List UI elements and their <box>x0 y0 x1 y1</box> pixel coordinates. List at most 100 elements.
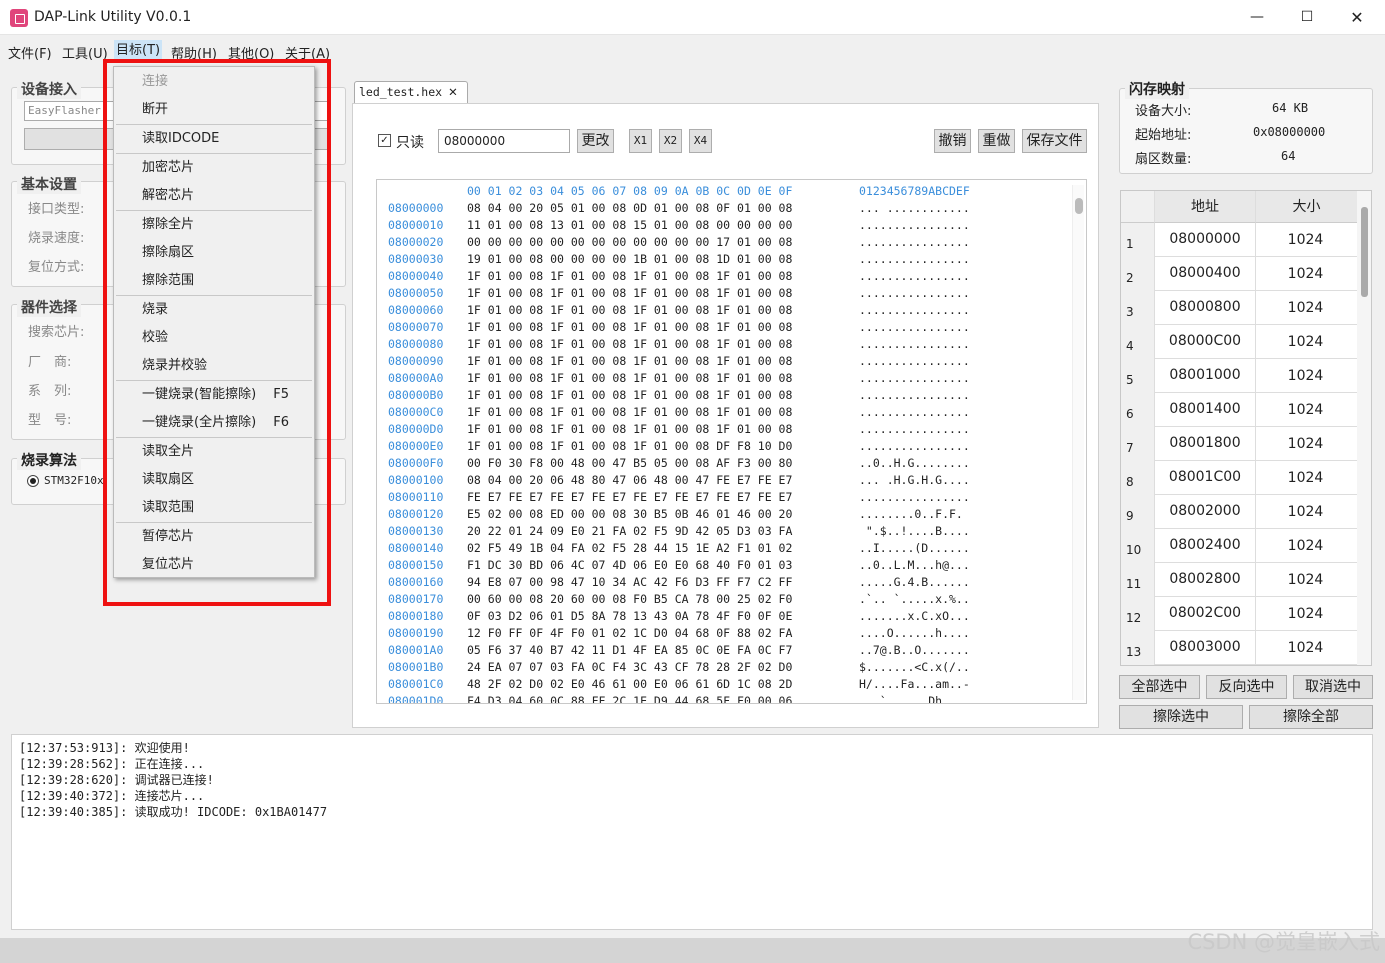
column-header-size[interactable]: 大小 <box>1255 191 1357 223</box>
hex-row-ascii[interactable]: ................ <box>859 422 970 436</box>
hex-row-bytes[interactable]: F1 DC 30 BD 06 4C 07 4D 06 E0 E0 68 40 F… <box>467 558 792 572</box>
hex-row-bytes[interactable]: 1F 01 00 08 1F 01 00 08 1F 01 00 08 DF F… <box>467 439 792 453</box>
erase-selected-button[interactable]: 擦除选中 <box>1119 705 1243 729</box>
hex-row-bytes[interactable]: 1F 01 00 08 1F 01 00 08 1F 01 00 08 1F 0… <box>467 286 792 300</box>
readonly-checkbox[interactable]: ✓ <box>378 134 391 147</box>
hex-row-ascii[interactable]: ..7@.B..O....... <box>859 643 970 657</box>
hex-row-ascii[interactable]: ................ <box>859 320 970 334</box>
hex-row-ascii[interactable]: ................ <box>859 286 970 300</box>
hex-row-bytes[interactable]: 1F 01 00 08 1F 01 00 08 1F 01 00 08 1F 0… <box>467 269 792 283</box>
hex-row-ascii[interactable]: ... .H.G.H.G.... <box>859 473 970 487</box>
sector-row[interactable]: 5 08001000 1024 <box>1121 359 1357 393</box>
hex-row-ascii[interactable]: ................ <box>859 337 970 351</box>
hex-row-ascii[interactable]: ".$..!....B.... <box>859 524 970 538</box>
menu-file[interactable]: 文件(F) <box>8 43 52 62</box>
hex-row-ascii[interactable]: ................ <box>859 490 970 504</box>
select-all-button[interactable]: 全部选中 <box>1119 675 1200 699</box>
sector-row[interactable]: 13 08003000 1024 <box>1121 631 1357 665</box>
hex-row-ascii[interactable]: $.......<C.x(/.. <box>859 660 970 674</box>
sector-row[interactable]: 7 08001800 1024 <box>1121 427 1357 461</box>
sector-row[interactable]: 12 08002C00 1024 <box>1121 597 1357 631</box>
hex-row-ascii[interactable]: ................ <box>859 439 970 453</box>
hex-row-ascii[interactable]: .......x.C.xO... <box>859 609 970 623</box>
hex-row-bytes[interactable]: 48 2F 02 D0 02 E0 46 61 00 E0 06 61 6D 1… <box>467 677 792 691</box>
close-icon[interactable]: ✕ <box>1332 0 1382 35</box>
address-input[interactable]: 08000000 <box>438 129 570 153</box>
hex-scrollbar[interactable] <box>1072 185 1084 700</box>
sector-row[interactable]: 4 08000C00 1024 <box>1121 325 1357 359</box>
hex-row-ascii[interactable]: ...`...,..Dh_... <box>859 694 970 703</box>
hex-row-ascii[interactable]: ..0..H.G........ <box>859 456 970 470</box>
sector-row[interactable]: 6 08001400 1024 <box>1121 393 1357 427</box>
hex-row-bytes[interactable]: 02 F5 49 1B 04 FA 02 F5 28 44 15 1E A2 F… <box>467 541 792 555</box>
hex-row-ascii[interactable]: ... ............ <box>859 201 970 215</box>
sector-row[interactable]: 9 08002000 1024 <box>1121 495 1357 529</box>
hex-row-ascii[interactable]: ................ <box>859 235 970 249</box>
change-button[interactable]: 更改 <box>577 129 614 153</box>
hex-row-ascii[interactable]: ....O......h.... <box>859 626 970 640</box>
hex-row-bytes[interactable]: 1F 01 00 08 1F 01 00 08 1F 01 00 08 1F 0… <box>467 320 792 334</box>
hex-row-ascii[interactable]: ................ <box>859 405 970 419</box>
hex-row-ascii[interactable]: .....G.4.B...... <box>859 575 970 589</box>
hex-row-bytes[interactable]: 19 01 00 08 00 00 00 00 1B 01 00 08 1D 0… <box>467 252 792 266</box>
hex-row-ascii[interactable]: ................ <box>859 269 970 283</box>
hex-row-bytes[interactable]: 00 00 00 00 00 00 00 00 00 00 00 00 17 0… <box>467 235 792 249</box>
sector-row[interactable]: 10 08002400 1024 <box>1121 529 1357 563</box>
hex-row-bytes[interactable]: 00 60 00 08 20 60 00 08 F0 B5 CA 78 00 2… <box>467 592 792 606</box>
hex-row-ascii[interactable]: ................ <box>859 388 970 402</box>
hex-row-bytes[interactable]: 08 04 00 20 05 01 00 08 0D 01 00 08 0F 0… <box>467 201 792 215</box>
hex-row-ascii[interactable]: ................ <box>859 218 970 232</box>
width-x4-button[interactable]: X4 <box>689 129 712 153</box>
hex-row-bytes[interactable]: FE E7 FE E7 FE E7 FE E7 FE E7 FE E7 FE E… <box>467 490 792 504</box>
hex-row-bytes[interactable]: 1F 01 00 08 1F 01 00 08 1F 01 00 08 1F 0… <box>467 405 792 419</box>
hex-row-bytes[interactable]: F4 D3 04 60 0C 88 FF 2C 1E D9 44 68 5F F… <box>467 694 792 703</box>
width-x1-button[interactable]: X1 <box>629 129 652 153</box>
hex-row-ascii[interactable]: H/....Fa...am..- <box>859 677 970 691</box>
hex-row-bytes[interactable]: 1F 01 00 08 1F 01 00 08 1F 01 00 08 1F 0… <box>467 354 792 368</box>
hex-row-bytes[interactable]: 0F 03 D2 06 01 D5 8A 78 13 43 0A 78 4F F… <box>467 609 792 623</box>
redo-button[interactable]: 重做 <box>978 129 1015 153</box>
hex-row-bytes[interactable]: 20 22 01 24 09 E0 21 FA 02 F5 9D 42 05 D… <box>467 524 792 538</box>
hex-row-bytes[interactable]: 05 F6 37 40 B7 42 11 D1 4F EA 85 0C 0E F… <box>467 643 792 657</box>
sector-row[interactable]: 8 08001C00 1024 <box>1121 461 1357 495</box>
algo-radio[interactable] <box>27 475 39 487</box>
sector-row[interactable]: 3 08000800 1024 <box>1121 291 1357 325</box>
hex-row-bytes[interactable]: 08 04 00 20 06 48 80 47 06 48 00 47 FE E… <box>467 473 792 487</box>
hex-row-ascii[interactable]: ................ <box>859 252 970 266</box>
menu-tools[interactable]: 工具(U) <box>62 43 108 62</box>
hex-row-ascii[interactable]: ................ <box>859 354 970 368</box>
hex-row-bytes[interactable]: 12 F0 FF 0F 4F F0 01 02 1C D0 04 68 0F 8… <box>467 626 792 640</box>
hex-row-bytes[interactable]: 94 E8 07 00 98 47 10 34 AC 42 F6 D3 FF F… <box>467 575 792 589</box>
deselect-button[interactable]: 取消选中 <box>1293 675 1373 699</box>
hex-row-ascii[interactable]: ........0..F.F. <box>859 507 970 521</box>
hex-row-bytes[interactable]: 00 F0 30 F8 00 48 00 47 B5 05 00 08 AF F… <box>467 456 792 470</box>
file-tab[interactable]: led_test.hex ✕ <box>354 81 468 103</box>
hex-row-bytes[interactable]: 1F 01 00 08 1F 01 00 08 1F 01 00 08 1F 0… <box>467 303 792 317</box>
sector-row[interactable]: 1 08000000 1024 <box>1121 223 1357 257</box>
width-x2-button[interactable]: X2 <box>659 129 682 153</box>
hex-row-bytes[interactable]: 1F 01 00 08 1F 01 00 08 1F 01 00 08 1F 0… <box>467 371 792 385</box>
hex-row-bytes[interactable]: 1F 01 00 08 1F 01 00 08 1F 01 00 08 1F 0… <box>467 388 792 402</box>
sector-row[interactable]: 2 08000400 1024 <box>1121 257 1357 291</box>
hex-row-bytes[interactable]: 24 EA 07 07 03 FA 0C F4 3C 43 CF 78 28 2… <box>467 660 792 674</box>
column-header-address[interactable]: 地址 <box>1155 191 1255 223</box>
hex-row-ascii[interactable]: .`.. `.....x.%.. <box>859 592 970 606</box>
hex-row-ascii[interactable]: ..I.....(D...... <box>859 541 970 555</box>
hex-row-ascii[interactable]: ................ <box>859 303 970 317</box>
maximize-icon[interactable]: ☐ <box>1282 0 1332 35</box>
undo-button[interactable]: 撤销 <box>934 129 971 153</box>
sector-row[interactable]: 11 08002800 1024 <box>1121 563 1357 597</box>
hex-view[interactable]: 00 01 02 03 04 05 06 07 08 09 0A 0B 0C 0… <box>376 179 1087 704</box>
save-file-button[interactable]: 保存文件 <box>1022 129 1087 153</box>
invert-selection-button[interactable]: 反向选中 <box>1206 675 1287 699</box>
hex-row-ascii[interactable]: ..0..L.M...h@... <box>859 558 970 572</box>
hex-row-bytes[interactable]: 11 01 00 08 13 01 00 08 15 01 00 08 00 0… <box>467 218 792 232</box>
erase-all-button[interactable]: 擦除全部 <box>1249 705 1373 729</box>
hex-row-bytes[interactable]: 1F 01 00 08 1F 01 00 08 1F 01 00 08 1F 0… <box>467 337 792 351</box>
sector-scrollbar[interactable] <box>1357 191 1371 665</box>
tab-close-icon[interactable]: ✕ <box>448 85 458 99</box>
hex-row-ascii[interactable]: ................ <box>859 371 970 385</box>
hex-row-bytes[interactable]: 1F 01 00 08 1F 01 00 08 1F 01 00 08 1F 0… <box>467 422 792 436</box>
hex-row-bytes[interactable]: E5 02 00 08 ED 00 00 08 30 B5 0B 46 01 4… <box>467 507 792 521</box>
minimize-icon[interactable]: — <box>1232 0 1282 35</box>
